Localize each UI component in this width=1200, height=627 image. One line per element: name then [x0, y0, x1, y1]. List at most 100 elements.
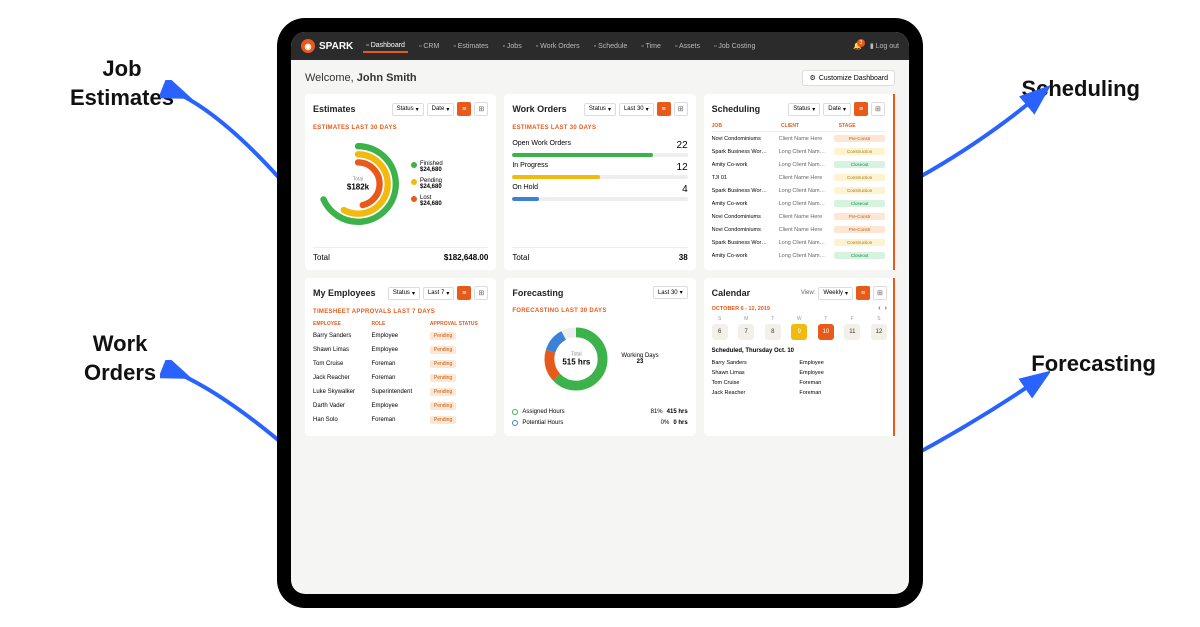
list-view-button[interactable]: ≡	[657, 102, 671, 116]
chart-view-button[interactable]: ⊞	[871, 102, 885, 116]
nav-item-job-costing[interactable]: ▫ Job Costing	[711, 40, 758, 53]
nav-item-schedule[interactable]: ▫ Schedule	[591, 40, 631, 53]
list-view-button[interactable]: ≡	[457, 102, 471, 116]
estimates-card: Estimates Status ▾ Date ▾ ≡ ⊞ ESTIMATES …	[305, 94, 496, 270]
scroll-indicator	[893, 94, 895, 270]
calendar-day[interactable]: 10	[818, 324, 834, 340]
calendar-day[interactable]: 11	[844, 324, 860, 340]
status-select[interactable]: Status ▾	[392, 103, 424, 116]
calendar-day[interactable]: 7	[738, 324, 754, 340]
table-row[interactable]: Novi CondominiumsClient Name HerePre-Con…	[712, 210, 885, 223]
nav-item-assets[interactable]: ▫ Assets	[672, 40, 703, 53]
card-subhead: ESTIMATES LAST 30 DAYS	[313, 125, 488, 131]
table-row[interactable]: Jack ReacherForemanPending	[313, 371, 488, 385]
status-select[interactable]: Status ▾	[788, 103, 820, 116]
table-row[interactable]: Spark Business Wor…Long Client Nam…Const…	[712, 184, 885, 197]
table-row[interactable]: Shawn LimasEmployee	[712, 368, 887, 378]
employees-card: My Employees Status ▾ Last 7 ▾ ≡ ⊞ TIMES…	[305, 278, 496, 436]
next-week-button[interactable]: ›	[885, 305, 887, 312]
chart-view-button[interactable]: ⊞	[674, 102, 688, 116]
view-select[interactable]: Weekly ▾	[818, 287, 853, 300]
work-orders-card: Work Orders Status ▾ Last 30 ▾ ≡ ⊞ ESTIM…	[504, 94, 695, 270]
app-screen: ◉ SPARK ▫ Dashboard▫ CRM▫ Estimates▫ Job…	[291, 32, 909, 594]
annotation-work-orders: WorkOrders	[84, 330, 156, 387]
schedule-title: Scheduled, Thursday Oct. 10	[712, 348, 887, 354]
table-row[interactable]: Tom CruiseForemanPending	[313, 357, 488, 371]
top-nav: ◉ SPARK ▫ Dashboard▫ CRM▫ Estimates▫ Job…	[291, 32, 909, 60]
status-select[interactable]: Status ▾	[388, 287, 420, 300]
table-row[interactable]: Luke SkywalkerSuperintendentPending	[313, 385, 488, 399]
card-subhead: ESTIMATES LAST 30 DAYS	[512, 125, 687, 131]
nav-item-estimates[interactable]: ▫ Estimates	[450, 40, 491, 53]
table-row[interactable]: Amity Co-workLong Client Nam…Closeout	[712, 197, 885, 210]
scheduling-card: Scheduling Status ▾ Date ▾ ≡ ⊞ JOBCLIENT…	[704, 94, 895, 270]
nav-item-crm[interactable]: ▫ CRM	[416, 40, 442, 53]
chart-view-button[interactable]: ⊞	[873, 286, 887, 300]
estimates-legend: Finished$24,680Pending$24,680Lost$24,680	[411, 161, 443, 207]
chevron-down-icon: ▾	[446, 106, 449, 113]
nav-menu: ▫ Dashboard ▫ CRM ▫ Estimates ▫ Jobs ▫ Work …	[363, 40, 843, 53]
table-row[interactable]: Novi CondominiumsClient Name HerePre-Con…	[712, 132, 885, 145]
calendar-day[interactable]: 6	[712, 324, 728, 340]
work-order-row: On Hold4	[512, 184, 687, 201]
calendar-card: Calendar View: Weekly ▾ ≡ ⊞ OCTOBER 6 - …	[704, 278, 895, 436]
card-title: Work Orders	[512, 104, 566, 114]
nav-item-time[interactable]: ▫ Time	[638, 40, 664, 53]
nav-right: 🔔3 ▮ Log out	[853, 42, 899, 50]
last30-select[interactable]: Last 30 ▾	[653, 286, 688, 299]
date-select[interactable]: Date ▾	[823, 103, 851, 116]
table-row[interactable]: Darth VaderEmployeePending	[313, 399, 488, 413]
logout-link[interactable]: ▮ Log out	[870, 42, 899, 50]
estimates-donut-chart: Total$182k	[313, 139, 403, 229]
table-row[interactable]: Jack ReacherForeman	[712, 388, 887, 398]
last30-select[interactable]: Last 30 ▾	[619, 103, 654, 116]
status-select[interactable]: Status ▾	[584, 103, 616, 116]
forecast-row: Potential Hours0%0 hrs	[512, 417, 687, 428]
list-view-button[interactable]: ≡	[854, 102, 868, 116]
table-row[interactable]: Amity Co-workLong Client Nam…Closeout	[712, 249, 885, 262]
forecasting-card: Forecasting Last 30 ▾ FORECASTING LAST 3…	[504, 278, 695, 436]
welcome-text: Welcome, John Smith	[305, 72, 417, 84]
legend-item: Lost$24,680	[411, 195, 443, 207]
calendar-day[interactable]: 8	[765, 324, 781, 340]
table-row[interactable]: Barry SandersEmployee	[712, 358, 887, 368]
table-row[interactable]: Amity Co-workLong Client Nam…Closeout	[712, 158, 885, 171]
table-row[interactable]: Barry SandersEmployeePending	[313, 329, 488, 343]
legend-item: Finished$24,680	[411, 161, 443, 173]
notifications-bell-icon[interactable]: 🔔3	[853, 42, 862, 50]
list-view-button[interactable]: ≡	[856, 286, 870, 300]
last7-select[interactable]: Last 7 ▾	[423, 287, 454, 300]
nav-item-jobs[interactable]: ▫ Jobs	[499, 40, 524, 53]
chart-view-button[interactable]: ⊞	[474, 102, 488, 116]
table-row[interactable]: Spark Business Wor…Long Client Nam…Const…	[712, 236, 885, 249]
table-row[interactable]: Spark Business Wor…Long Client Nam…Const…	[712, 145, 885, 158]
forecasting-donut-chart: Total515 hrs	[541, 324, 611, 394]
date-select[interactable]: Date ▾	[427, 103, 455, 116]
calendar-days: S6M7T8W9T10F11S12	[712, 316, 887, 340]
content: Welcome, John Smith ⚙Customize Dashboard…	[291, 60, 909, 594]
card-title: Scheduling	[712, 104, 761, 114]
calendar-range: OCTOBER 6 - 12, 2019	[712, 306, 770, 312]
calendar-day[interactable]: 9	[791, 324, 807, 340]
table-row[interactable]: TJI 01Client Name HereConstruction	[712, 171, 885, 184]
customize-dashboard-button[interactable]: ⚙Customize Dashboard	[802, 70, 895, 86]
annotation-forecasting: Forecasting	[1031, 350, 1156, 379]
working-days: Working Days23	[621, 353, 658, 365]
card-title: Forecasting	[512, 288, 563, 298]
chart-view-button[interactable]: ⊞	[474, 286, 488, 300]
work-order-row: Open Work Orders22	[512, 140, 687, 157]
nav-item-work-orders[interactable]: ▫ Work Orders	[533, 40, 583, 53]
table-row[interactable]: Tom CruiseForeman	[712, 378, 887, 388]
calendar-day[interactable]: 12	[871, 324, 887, 340]
table-header: JOBCLIENTSTAGE	[712, 121, 885, 132]
table-row[interactable]: Novi CondominiumsClient Name HerePre-Con…	[712, 223, 885, 236]
list-view-button[interactable]: ≡	[457, 286, 471, 300]
forecast-row: Assigned Hours81%415 hrs	[512, 406, 687, 417]
card-title: Calendar	[712, 288, 751, 298]
gear-icon: ⚙	[809, 74, 815, 82]
prev-week-button[interactable]: ‹	[878, 305, 880, 312]
table-row[interactable]: Shawn LimasEmployeePending	[313, 343, 488, 357]
table-row[interactable]: Han SoloForemanPending	[313, 413, 488, 427]
card-subhead: TIMESHEET APPROVALS LAST 7 DAYS	[313, 309, 488, 315]
nav-item-dashboard[interactable]: ▫ Dashboard	[363, 40, 408, 53]
